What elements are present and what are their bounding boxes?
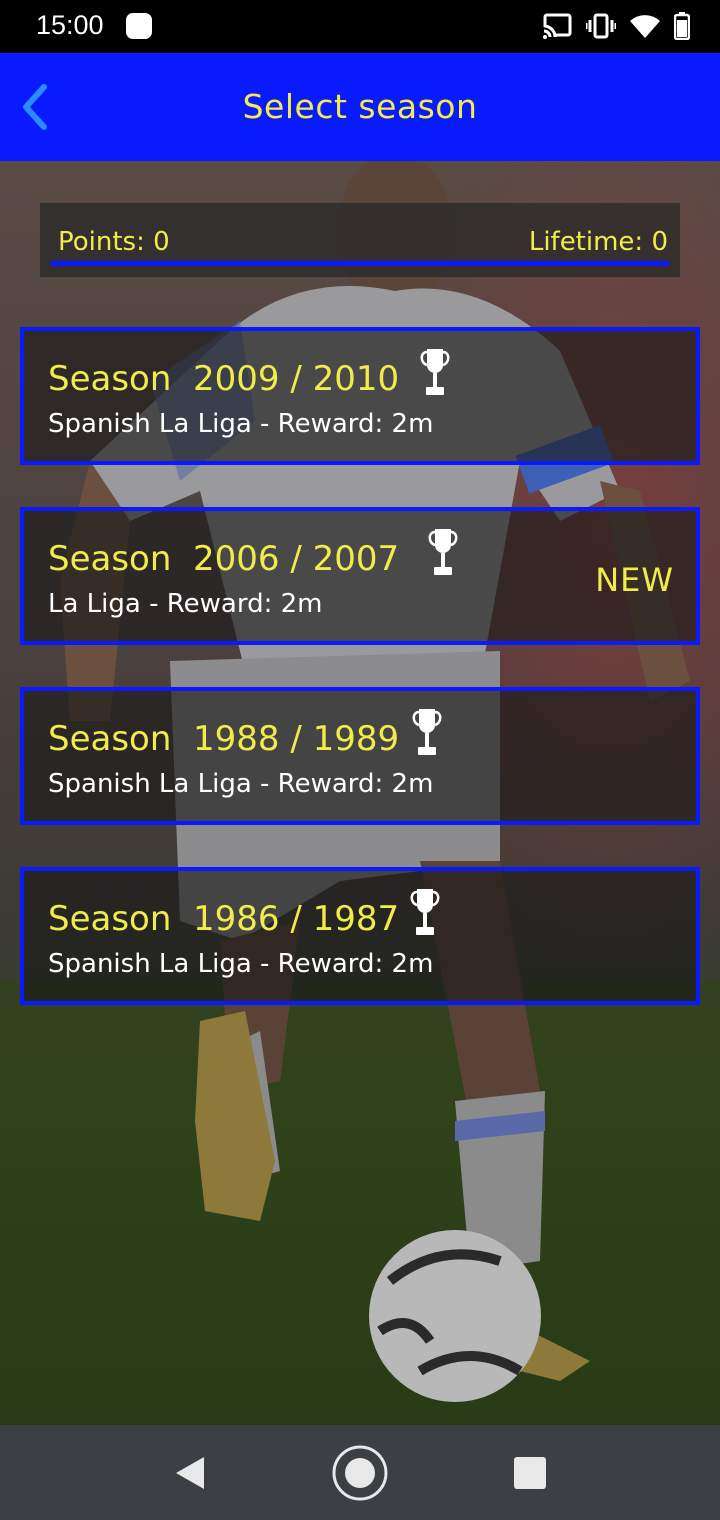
page-title: Select season [242,87,478,126]
season-card[interactable]: Season 2009 / 2010 Spanish La Liga - Rew… [20,327,700,465]
season-title: Season 1986 / 1987 [48,899,400,939]
system-nav-bar [0,1425,720,1520]
season-subtitle: Spanish La Liga - Reward: 2m [48,769,434,799]
nav-home-icon[interactable] [330,1443,390,1503]
season-subtitle: Spanish La Liga - Reward: 2m [48,409,434,439]
notification-icon [126,13,152,39]
lifetime-label: Lifetime: 0 [528,227,668,257]
cast-icon [542,13,572,43]
season-title: Season 2009 / 2010 [48,359,400,399]
season-card[interactable]: Season 1986 / 1987 Spanish La Liga - Rew… [20,867,700,1005]
season-card[interactable]: Season 2006 / 2007 La Liga - Reward: 2m … [20,507,700,645]
status-icons [542,12,691,44]
trophy-icon [420,349,450,395]
season-title: Season 1988 / 1989 [48,719,400,759]
season-subtitle: La Liga - Reward: 2m [48,589,323,619]
trophy-icon [428,529,458,575]
new-badge: NEW [595,561,674,599]
status-bar: 15:00 [0,0,720,53]
points-label: Points: 0 [58,227,170,257]
wifi-icon [630,13,660,43]
trophy-icon [410,889,440,935]
points-panel: Points: 0 Lifetime: 0 [40,203,680,277]
points-underline [50,261,670,266]
battery-icon [673,12,691,44]
status-time: 15:00 [36,10,104,40]
nav-recents-icon[interactable] [512,1455,548,1491]
nav-back-icon[interactable] [170,1453,210,1493]
trophy-icon [412,709,442,755]
season-subtitle: Spanish La Liga - Reward: 2m [48,949,434,979]
season-title: Season 2006 / 2007 [48,539,400,579]
app-bar: Select season [0,53,720,161]
vibrate-icon [584,13,618,43]
season-card[interactable]: Season 1988 / 1989 Spanish La Liga - Rew… [20,687,700,825]
